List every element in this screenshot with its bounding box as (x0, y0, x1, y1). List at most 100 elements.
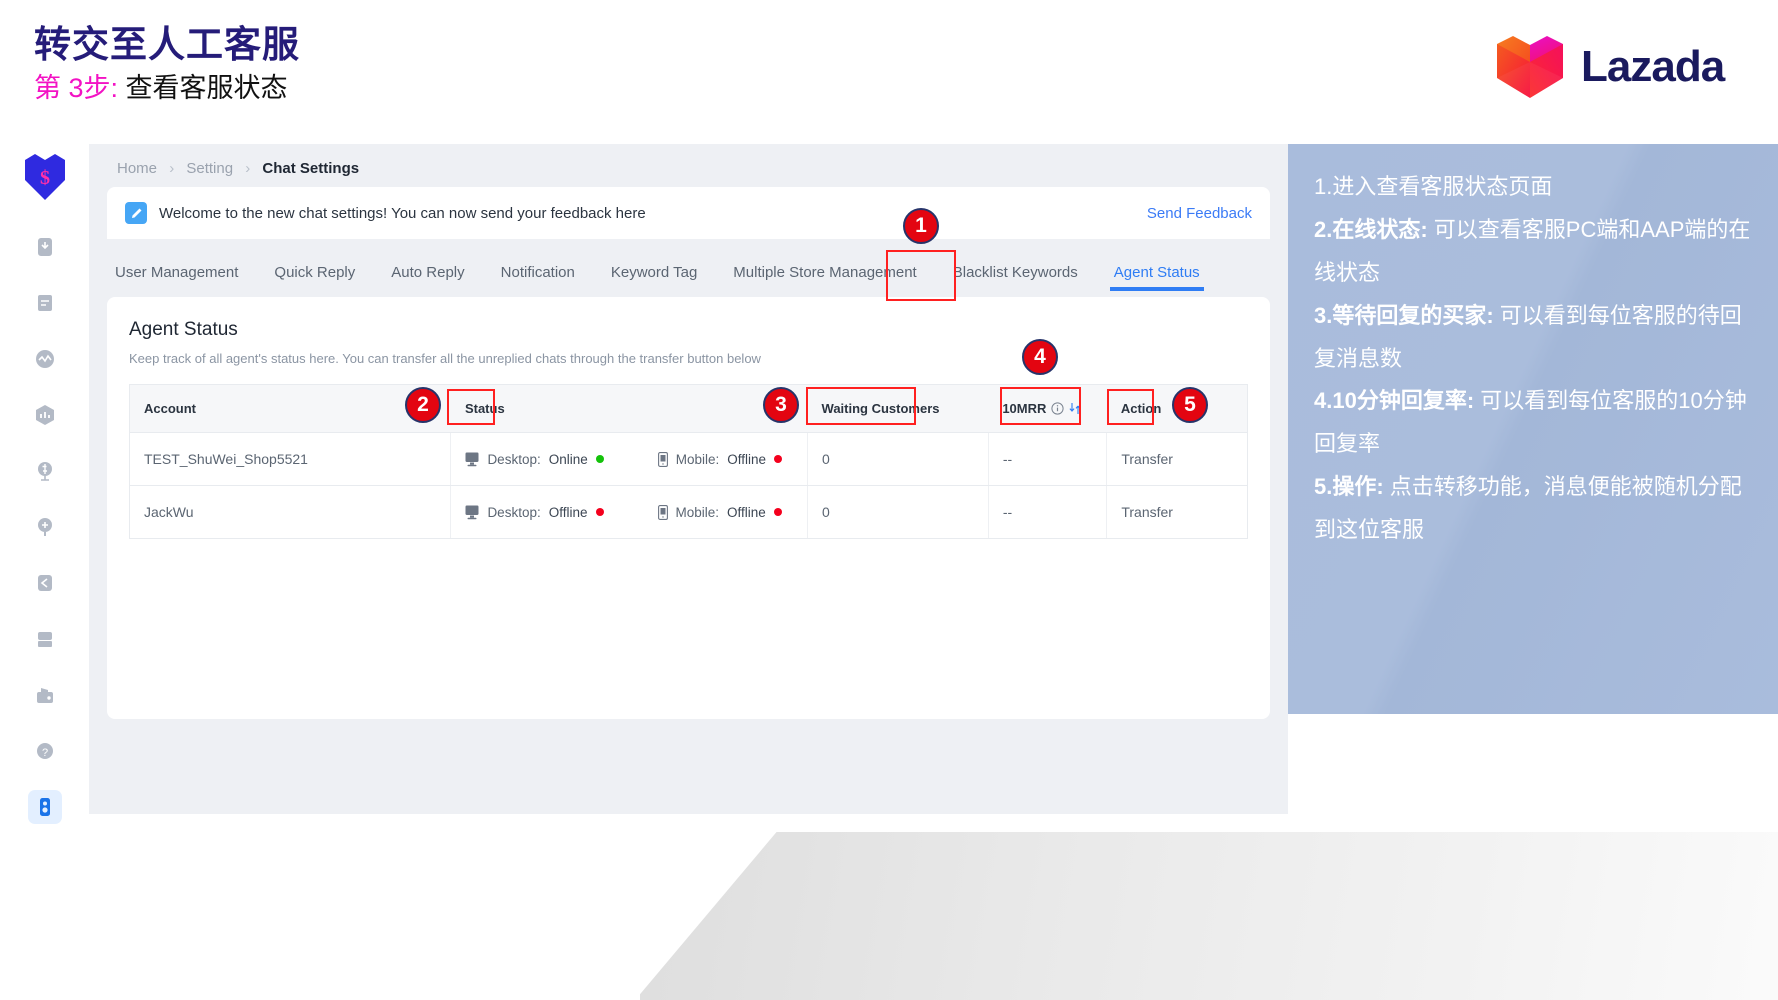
column-header-status[interactable]: Status (450, 384, 808, 433)
cell-account: JackWu (128, 485, 452, 539)
left-sidebar: $ ? (0, 144, 89, 824)
annotation-badge-1: 1 (903, 208, 939, 244)
agent-status-card: Agent Status Keep track of all agent's s… (107, 297, 1270, 719)
tab-quick-reply[interactable]: Quick Reply (270, 264, 359, 297)
pencil-icon (125, 202, 147, 224)
desktop-status: Desktop: Offline (465, 504, 604, 520)
seller-center-app: $ ? Home › Setting › Chat Settings Welco… (0, 144, 1288, 824)
screenshot-stage: $ ? Home › Setting › Chat Settings Welco… (0, 144, 1778, 1000)
tab-blacklist-keywords[interactable]: Blacklist Keywords (949, 264, 1082, 297)
tab-agent-status-label: Agent Status (1113, 264, 1200, 281)
annotation-badge-4: 4 (1022, 339, 1058, 375)
column-header-10mrr-label: 10MRR (1002, 401, 1047, 416)
feedback-banner: Welcome to the new chat settings! You ca… (107, 187, 1270, 239)
note-item: 4.10分钟回复率: 可以看到每位客服的10分钟回复率 (1314, 380, 1752, 466)
cell-10mrr: -- (988, 485, 1108, 539)
mobile-icon (657, 504, 668, 520)
mobile-label: Mobile: (675, 504, 720, 520)
card-description: Keep track of all agent's status here. Y… (129, 351, 761, 366)
desktop-icon (465, 452, 479, 467)
column-header-10mrr[interactable]: 10MRR (988, 384, 1107, 433)
printer-icon[interactable] (28, 622, 62, 656)
column-header-account[interactable]: Account (128, 384, 451, 433)
tab-multiple-store-management[interactable]: Multiple Store Management (729, 264, 920, 297)
note-bold: 2.在线状态: (1314, 216, 1428, 242)
sort-updown-icon[interactable] (1069, 402, 1081, 415)
cell-waiting-customers: 0 (807, 485, 989, 539)
status-dot-offline (773, 508, 782, 516)
chat-agent-icon[interactable] (27, 790, 62, 824)
desktop-label: Desktop: (487, 451, 541, 467)
lazada-heart-icon (1495, 36, 1565, 98)
cell-status: Desktop: Offline Mobile: Offline (450, 485, 809, 539)
table-row: TEST_ShuWei_Shop5521 Desktop: Online Mob… (128, 432, 1248, 486)
page-title: 转交至人工客服 (34, 24, 300, 65)
send-feedback-link[interactable]: Send Feedback (1147, 205, 1252, 222)
active-tab-underline (1109, 287, 1204, 291)
note-item: 5.操作: 点击转移功能，消息便能被随机分配到这位客服 (1314, 466, 1752, 552)
transfer-button[interactable]: Transfer (1106, 485, 1248, 539)
status-dot-online (595, 455, 604, 463)
breadcrumb-separator-icon: › (245, 160, 251, 177)
breadcrumb-home[interactable]: Home (117, 160, 157, 177)
agent-status-table: Account Status Waiting Customers 10MRR A… (128, 384, 1248, 539)
page-subtitle: 第 3步: 查看客服状态 (34, 66, 288, 105)
tab-notification[interactable]: Notification (497, 264, 579, 297)
mobile-icon (657, 451, 668, 467)
tab-auto-reply[interactable]: Auto Reply (387, 264, 468, 297)
status-dot-offline (774, 455, 783, 463)
mobile-label: Mobile: (675, 451, 720, 467)
step-text-label: 查看客服状态 (125, 73, 288, 103)
dollar-icon[interactable] (28, 454, 62, 488)
lazada-seller-heart-logo[interactable]: $ (23, 154, 67, 202)
annotation-badge-5: 5 (1172, 387, 1208, 423)
desktop-value: Offline (548, 504, 588, 520)
table-header-row: Account Status Waiting Customers 10MRR A… (128, 384, 1248, 433)
breadcrumb-setting[interactable]: Setting (186, 160, 233, 177)
note-item: 3.等待回复的买家: 可以看到每位客服的待回复消息数 (1314, 295, 1752, 381)
note-text: 1.进入查看客服状态页面 (1314, 174, 1553, 199)
note-bold: 3.等待回复的买家: (1314, 302, 1494, 328)
note-bold: 4.10分钟回复率: (1314, 388, 1475, 414)
info-circle-icon[interactable] (1051, 402, 1065, 415)
tab-keyword-tag[interactable]: Keyword Tag (607, 264, 701, 297)
lazada-wordmark: Lazada (1581, 42, 1725, 91)
status-dot-offline (595, 508, 604, 516)
banner-message: Welcome to the new chat settings! You ca… (159, 204, 646, 222)
decorative-shadow (640, 832, 1778, 1000)
main-content: Home › Setting › Chat Settings Welcome t… (89, 144, 1288, 814)
cell-status: Desktop: Online Mobile: Offline (450, 432, 809, 486)
megaphone-icon[interactable] (28, 510, 62, 544)
help-icon[interactable]: ? (28, 734, 62, 768)
table-row: JackWu Desktop: Offline Mobile: Offline … (128, 485, 1248, 539)
desktop-value: Online (548, 451, 588, 467)
bar-chart-icon[interactable] (28, 398, 62, 432)
column-header-waiting-customers[interactable]: Waiting Customers (807, 384, 989, 433)
tab-agent-status[interactable]: Agent Status (1109, 264, 1204, 297)
breadcrumb-separator-icon: › (169, 160, 175, 177)
desktop-icon (465, 505, 479, 520)
wallet-icon[interactable] (28, 678, 62, 712)
annotation-badge-2: 2 (405, 387, 441, 423)
breadcrumb: Home › Setting › Chat Settings (107, 144, 1270, 187)
activity-icon[interactable] (28, 342, 62, 376)
sidebar-icon-list: ? (27, 230, 62, 824)
note-item: 1.进入查看客服状态页面 (1314, 166, 1752, 209)
cell-account: TEST_ShuWei_Shop5521 (128, 432, 452, 486)
transfer-button[interactable]: Transfer (1106, 432, 1248, 486)
cell-10mrr: -- (988, 432, 1108, 486)
mobile-status: Mobile: Offline (657, 504, 782, 520)
settings-tabs: User Management Quick Reply Auto Reply N… (107, 239, 1270, 297)
svg-text:$: $ (40, 167, 50, 189)
annotation-notes-panel: 1.进入查看客服状态页面 2.在线状态: 可以查看客服PC端和AAP端的在线状态… (1288, 144, 1778, 714)
breadcrumb-current: Chat Settings (262, 160, 360, 177)
document-icon[interactable] (28, 286, 62, 320)
mobile-value: Offline (727, 504, 766, 520)
upload-icon[interactable] (28, 230, 62, 264)
step-number-label: 第 3步: (34, 73, 119, 103)
tab-user-management[interactable]: User Management (111, 264, 242, 297)
tag-icon[interactable] (28, 566, 62, 600)
desktop-label: Desktop: (487, 504, 541, 520)
note-bold: 5.操作: (1314, 474, 1384, 500)
mobile-status: Mobile: Offline (657, 451, 783, 467)
